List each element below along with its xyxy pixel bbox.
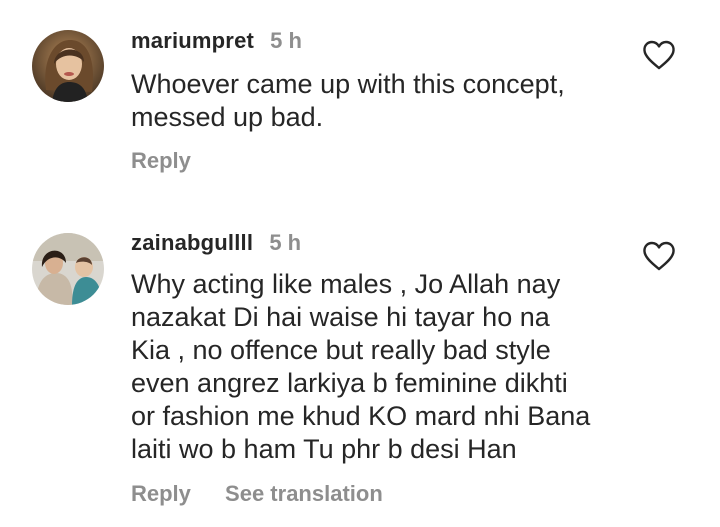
comment-text-line: even angrez larkiya b feminine dikhti [131, 368, 568, 398]
heart-icon[interactable] [642, 40, 676, 70]
comment-header: mariumpret 5 h [131, 28, 302, 54]
username[interactable]: mariumpret [131, 28, 254, 53]
comment-text-line: nazakat Di hai waise hi tayar ho na [131, 302, 550, 332]
heart-icon[interactable] [642, 241, 676, 271]
timestamp: 5 h [269, 230, 302, 255]
comment-actions: Reply [131, 148, 191, 174]
profile-photo-icon [32, 30, 104, 102]
profile-photo-icon [32, 233, 104, 305]
see-translation-button[interactable]: See translation [225, 481, 383, 506]
comment-header: zainabgullll 5 h [131, 230, 301, 256]
avatar[interactable] [32, 30, 104, 102]
username[interactable]: zainabgullll [131, 230, 253, 255]
timestamp: 5 h [270, 28, 302, 53]
comment-text-line: Why acting like males , Jo Allah nay [131, 269, 561, 299]
reply-button[interactable]: Reply [131, 148, 191, 173]
comment-actions: Reply See translation [131, 481, 383, 507]
comment-text-line: laiti wo b ham Tu phr b desi Han [131, 434, 517, 464]
comment-text-line: or fashion me khud KO mard nhi Bana [131, 401, 591, 431]
comment-text-line: Whoever came up with this concept, [131, 69, 565, 99]
comment-text-line: messed up bad. [131, 102, 324, 132]
comment-text: Why acting like males , Jo Allah nay naz… [131, 268, 651, 466]
avatar[interactable] [32, 233, 104, 305]
comment-text-line: Kia , no offence but really bad style [131, 335, 551, 365]
reply-button[interactable]: Reply [131, 481, 191, 506]
comment-text: Whoever came up with this concept, messe… [131, 68, 651, 134]
